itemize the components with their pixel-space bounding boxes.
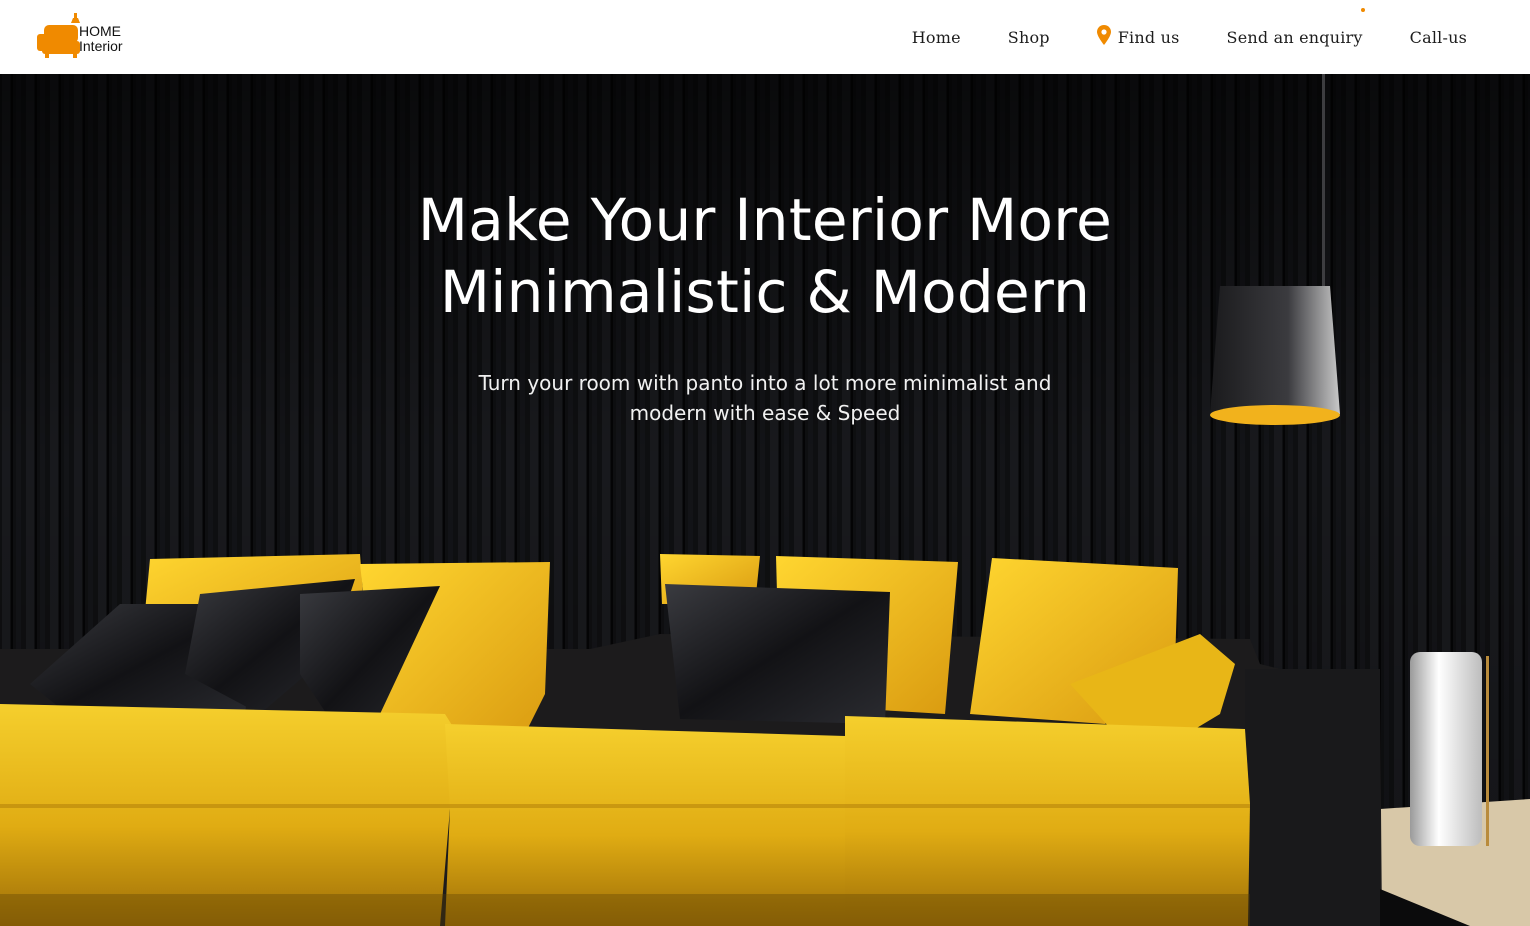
- nav-enquiry[interactable]: Send an enquiry: [1226, 7, 1365, 47]
- hero-headline-line-2: Minimalistic & Modern: [439, 258, 1091, 326]
- hero-headline: Make Your Interior More Minimalistic & M…: [0, 184, 1530, 328]
- hero-subtext: Turn your room with panto into a lot mor…: [0, 368, 1530, 428]
- nav-enquiry-label: Send an enquiry: [1226, 27, 1363, 47]
- main-nav: Home Shop Find us Send an enquiry Call-u…: [912, 0, 1467, 74]
- brand-name: HOME Interior: [79, 24, 123, 54]
- hero-headline-line-1: Make Your Interior More: [417, 186, 1113, 254]
- brand-logo[interactable]: HOME Interior: [36, 11, 156, 59]
- brand-line-2: Interior: [79, 38, 123, 54]
- navbar: HOME Interior Home Shop Find us Send an …: [0, 0, 1530, 74]
- map-pin-icon: [1096, 25, 1111, 45]
- sofa-lamp-icon: [37, 13, 80, 58]
- nav-call-us[interactable]: Call-us: [1410, 28, 1467, 47]
- nav-find-us-label: Find us: [1117, 27, 1180, 47]
- brand-line-1: HOME: [79, 23, 121, 39]
- nav-find-us[interactable]: Find us: [1096, 25, 1180, 47]
- hero-subtext-line-1: Turn your room with panto into a lot mor…: [478, 371, 1052, 395]
- nav-home[interactable]: Home: [912, 28, 961, 47]
- nav-shop[interactable]: Shop: [1008, 28, 1050, 47]
- notification-dot: [1360, 7, 1365, 12]
- hero-subtext-line-2: modern with ease & Speed: [629, 401, 901, 425]
- hero-section: Make Your Interior More Minimalistic & M…: [0, 74, 1530, 926]
